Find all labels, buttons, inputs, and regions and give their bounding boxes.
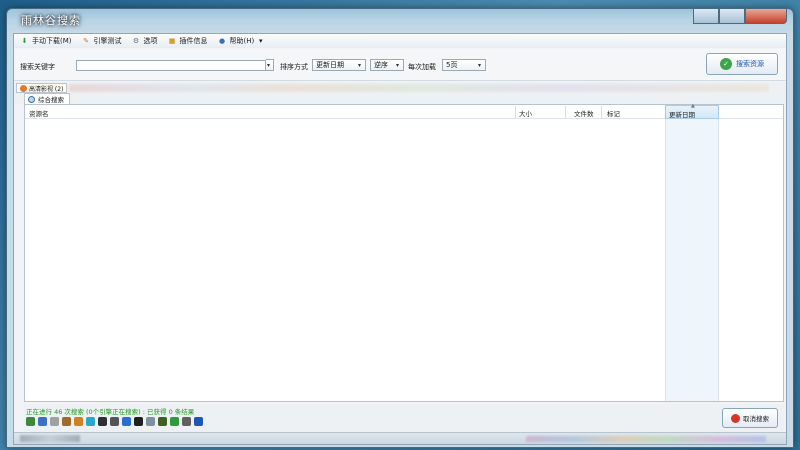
- per-engine-value: 5页: [446, 61, 458, 69]
- menu-label: 引擎测试: [93, 37, 122, 45]
- menu-bar: ⬇ 手动下载(M) ✎ 引擎测试 ⚙ 选项 ■ 插件信息 ● 帮助(H) ▾: [14, 34, 786, 48]
- window-controls: [693, 9, 787, 24]
- window-title: 雨林谷搜索: [21, 14, 81, 27]
- column-header-name[interactable]: 资源名: [29, 108, 49, 118]
- engine-tab-strip[interactable]: [69, 84, 769, 92]
- engine-8-icon[interactable]: [122, 417, 131, 426]
- engine-1-icon[interactable]: [38, 417, 47, 426]
- engine-2-icon[interactable]: [50, 417, 59, 426]
- column-divider[interactable]: [565, 106, 566, 118]
- search-toolbar: 搜索关键字 ▾ 排序方式 更新日期 ▾ 逆序 ▾ 每次加载 5页 ▾ ✓ 搜索资…: [14, 49, 786, 81]
- close-button[interactable]: [745, 9, 787, 24]
- cancel-search-button[interactable]: 取消搜索: [722, 408, 778, 428]
- column-header-updated-label: 更新日期: [669, 111, 695, 119]
- menu-manual-download[interactable]: ⬇ 手动下载(M): [20, 35, 72, 47]
- status-bar-ads[interactable]: [526, 436, 766, 442]
- results-table: 资源名 大小 文件数 标记 ▲ 更新日期: [24, 103, 784, 402]
- globe-icon: [28, 95, 35, 103]
- per-engine-select[interactable]: 5页 ▾: [442, 59, 486, 71]
- tab-combined-search[interactable]: 综合搜索: [24, 93, 70, 104]
- client-area: ⬇ 手动下载(M) ✎ 引擎测试 ⚙ 选项 ■ 插件信息 ● 帮助(H) ▾ 搜…: [13, 33, 787, 445]
- engine-icon-list: [26, 417, 206, 426]
- engine-10-icon[interactable]: [146, 417, 155, 426]
- keyword-history-dropdown[interactable]: ▾: [266, 59, 274, 71]
- engine-11-icon[interactable]: [158, 417, 167, 426]
- chevron-down-icon: ▾: [258, 37, 263, 45]
- engine-5-icon[interactable]: [86, 417, 95, 426]
- per-engine-label: 每次加载: [408, 63, 436, 71]
- help-icon: ●: [218, 37, 226, 45]
- pencil-icon: ✎: [83, 37, 89, 45]
- engine-7-icon[interactable]: [110, 417, 119, 426]
- tab-label: 综合搜索: [38, 96, 64, 104]
- column-divider[interactable]: [515, 106, 516, 118]
- engine-0-icon[interactable]: [26, 417, 35, 426]
- engine-3-icon[interactable]: [62, 417, 71, 426]
- chevron-down-icon: ▾: [357, 62, 361, 69]
- site-icon: [20, 84, 27, 92]
- column-header-file-count[interactable]: 文件数: [574, 108, 594, 118]
- cancel-button-label: 取消搜索: [743, 415, 769, 423]
- engine-6-icon[interactable]: [98, 417, 107, 426]
- engine-tabs: 高清影视 (2) 综合搜索: [14, 82, 786, 104]
- keyword-input[interactable]: [76, 60, 266, 71]
- stop-icon: [731, 413, 740, 423]
- sorted-column-highlight: [665, 105, 719, 401]
- table-header: 资源名 大小 文件数 标记 ▲ 更新日期: [25, 103, 783, 119]
- status-panel: 正在进行 46 次搜索 (0个引擎正在搜索) : 已获得 0 条结果 取消搜索: [24, 404, 784, 432]
- plugin-icon: ■: [168, 37, 176, 45]
- engine-14-icon[interactable]: [194, 417, 203, 426]
- chevron-down-icon: ▾: [266, 62, 270, 69]
- sort-label: 排序方式: [280, 63, 308, 71]
- menu-plugin-info[interactable]: ■ 插件信息: [168, 35, 208, 47]
- status-bar-left: [20, 435, 80, 442]
- column-header-updated[interactable]: ▲ 更新日期: [665, 103, 719, 119]
- title-bar[interactable]: 雨林谷搜索: [7, 9, 793, 33]
- site-tab[interactable]: 高清影视 (2): [16, 83, 68, 93]
- keyword-label: 搜索关键字: [20, 63, 55, 71]
- search-button-label: 搜索资源: [736, 60, 764, 68]
- menu-label: 帮助(H): [229, 37, 255, 45]
- menu-label: 手动下载(M): [32, 37, 72, 45]
- sort-select[interactable]: 更新日期 ▾: [312, 59, 366, 71]
- column-divider[interactable]: [601, 106, 602, 118]
- engine-9-icon[interactable]: [134, 417, 143, 426]
- order-select[interactable]: 逆序 ▾: [370, 59, 404, 71]
- menu-engine-test[interactable]: ✎ 引擎测试: [82, 35, 122, 47]
- app-window: 雨林谷搜索 ⬇ 手动下载(M) ✎ 引擎测试 ⚙ 选项 ■ 插件信息 ● 帮助(…: [6, 8, 794, 448]
- menu-label: 插件信息: [179, 37, 208, 45]
- menu-label: 选项: [143, 37, 158, 45]
- download-arrow-icon: ⬇: [21, 37, 28, 45]
- column-header-mark[interactable]: 标记: [607, 108, 620, 118]
- minimize-button[interactable]: [693, 9, 719, 24]
- menu-help[interactable]: ● 帮助(H) ▾: [218, 35, 269, 47]
- engine-12-icon[interactable]: [170, 417, 179, 426]
- site-tab-label: 高清影视 (2): [29, 85, 64, 93]
- maximize-button[interactable]: [719, 9, 745, 24]
- chevron-down-icon: ▾: [477, 62, 481, 69]
- search-icon: ✓: [720, 58, 732, 70]
- chevron-down-icon: ▾: [395, 62, 399, 69]
- sort-value: 更新日期: [316, 61, 344, 69]
- column-header-size[interactable]: 大小: [519, 108, 532, 118]
- search-button[interactable]: ✓ 搜索资源: [706, 53, 778, 75]
- engine-13-icon[interactable]: [182, 417, 191, 426]
- order-value: 逆序: [374, 61, 388, 69]
- search-progress-text: 正在进行 46 次搜索 (0个引擎正在搜索) : 已获得 0 条结果: [26, 408, 195, 416]
- status-bar: [14, 432, 786, 444]
- menu-options[interactable]: ⚙ 选项: [132, 35, 158, 47]
- engine-4-icon[interactable]: [74, 417, 83, 426]
- gear-icon: ⚙: [132, 37, 140, 45]
